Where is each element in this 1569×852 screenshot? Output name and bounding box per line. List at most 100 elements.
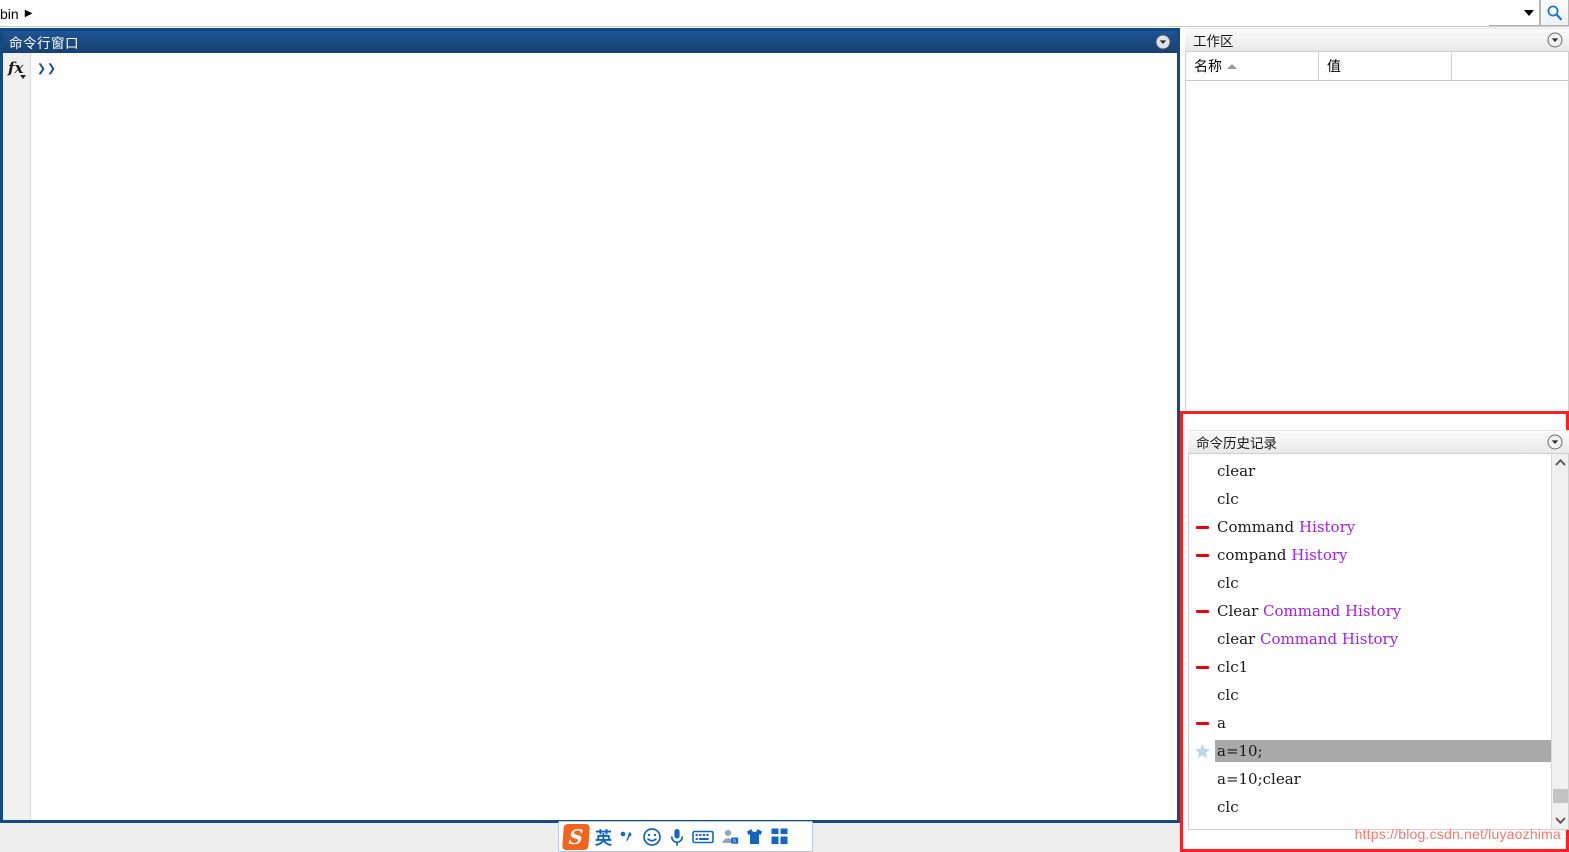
breadcrumb[interactable]: bin ▶ xyxy=(0,4,32,24)
workspace-column-value[interactable]: 值 xyxy=(1319,52,1452,80)
punctuation-button[interactable] xyxy=(618,828,636,846)
command-history-item[interactable]: clc xyxy=(1189,793,1551,821)
command-name-token: clear xyxy=(1217,630,1260,648)
breadcrumb-segment-bin[interactable]: bin xyxy=(0,6,19,22)
user-account-button[interactable]: b xyxy=(720,827,739,846)
star-glyph xyxy=(1194,743,1210,758)
command-history-item[interactable]: clear Command History xyxy=(1189,625,1551,653)
command-history-item[interactable]: clc xyxy=(1189,485,1551,513)
input-mode-label: 英 xyxy=(595,829,612,849)
top-toolbar: bin ▶ xyxy=(0,0,1569,27)
error-dash-glyph xyxy=(1195,665,1209,669)
workspace-table[interactable]: 名称 值 xyxy=(1185,52,1569,411)
workspace-header: 工作区 xyxy=(1185,28,1569,52)
sogou-ime-toolbar[interactable]: S 英 b xyxy=(558,821,813,852)
workspace-column-extra[interactable] xyxy=(1452,52,1568,80)
command-history-item-text: clc xyxy=(1215,684,1551,706)
fx-dropdown-caret-icon[interactable] xyxy=(20,75,26,79)
error-dash-glyph xyxy=(1195,609,1209,613)
error-dash-glyph xyxy=(1195,721,1209,725)
command-history-scrollbar[interactable] xyxy=(1551,454,1568,829)
sogou-logo-button[interactable]: S xyxy=(562,823,590,850)
command-history-item-text: clc xyxy=(1215,488,1551,510)
error-dash-icon xyxy=(1189,525,1215,529)
command-history-panel[interactable]: 命令历史记录 clear clc Command History compand Hi… xyxy=(1188,430,1569,830)
apps-grid-icon xyxy=(771,828,788,845)
command-history-item[interactable]: a=10;clear xyxy=(1189,765,1551,793)
command-history-item-text: clear Command History xyxy=(1215,628,1551,650)
command-history-item-text: clc xyxy=(1215,572,1551,594)
workspace-rows[interactable] xyxy=(1186,81,1568,411)
chevron-down-icon[interactable] xyxy=(1524,9,1534,16)
command-name-token: compand xyxy=(1217,546,1292,564)
workspace-column-name-label: 名称 xyxy=(1194,59,1222,75)
error-dash-icon xyxy=(1189,609,1215,613)
svg-text:b: b xyxy=(733,839,736,845)
command-window-gutter: fx xyxy=(3,53,31,820)
command-name-token: clc xyxy=(1217,686,1239,704)
command-name-token: Clear xyxy=(1217,602,1264,620)
chevron-up-icon xyxy=(1555,459,1565,466)
command-history-item-text: clear xyxy=(1215,460,1551,482)
breadcrumb-arrow-icon: ▶ xyxy=(24,8,33,19)
command-name-token: Command xyxy=(1217,518,1299,536)
command-history-list-wrap[interactable]: clear clc Command History compand History cl… xyxy=(1188,454,1569,830)
command-history-header: 命令历史记录 xyxy=(1188,430,1569,454)
command-history-item[interactable]: Clear Command History xyxy=(1189,597,1551,625)
command-name-token: clc xyxy=(1217,798,1239,816)
search-input-wrap[interactable] xyxy=(1489,0,1540,26)
command-history-list[interactable]: clear clc Command History compand History cl… xyxy=(1189,454,1551,829)
command-history-item-text: Clear Command History xyxy=(1215,600,1551,622)
workspace-title: 工作区 xyxy=(1193,34,1234,50)
workspace-column-value-label: 值 xyxy=(1327,59,1341,75)
command-history-item-text: a=10;clear xyxy=(1215,768,1551,790)
command-history-item[interactable]: compand History xyxy=(1189,541,1551,569)
scroll-up-button[interactable] xyxy=(1552,454,1569,471)
chevron-down-circle-icon xyxy=(1155,34,1171,50)
punctuation-icon xyxy=(620,831,632,841)
workspace-panel[interactable]: 工作区 名称 值 xyxy=(1185,28,1569,411)
command-history-item[interactable]: clc xyxy=(1189,681,1551,709)
command-window-options-button[interactable] xyxy=(1155,34,1171,50)
microphone-button[interactable] xyxy=(668,827,686,847)
command-name-token: clc1 xyxy=(1217,658,1249,676)
apps-grid-button[interactable] xyxy=(770,827,789,846)
scrollbar-thumb[interactable] xyxy=(1553,789,1568,803)
command-window-titlebar: 命令行窗口 xyxy=(3,31,1177,53)
command-name-token: clear xyxy=(1217,462,1256,480)
command-history-item-text: clc1 xyxy=(1215,656,1551,678)
skin-icon xyxy=(747,829,762,844)
error-dash-icon xyxy=(1189,553,1215,557)
command-history-item[interactable]: Command History xyxy=(1189,513,1551,541)
command-history-item[interactable]: clear xyxy=(1189,457,1551,485)
command-argument-token: Command History xyxy=(1263,602,1402,620)
command-name-token: a xyxy=(1217,714,1226,732)
search-button[interactable] xyxy=(1540,0,1569,26)
emoji-button[interactable] xyxy=(642,827,662,847)
command-history-options-button[interactable] xyxy=(1547,434,1563,450)
command-history-item[interactable]: clc1 xyxy=(1189,653,1551,681)
error-dash-icon xyxy=(1189,721,1215,725)
command-history-item[interactable]: a=10; xyxy=(1189,737,1551,765)
workspace-column-name[interactable]: 名称 xyxy=(1186,52,1319,80)
command-name-token: clc xyxy=(1217,490,1239,508)
command-history-item[interactable]: clc xyxy=(1189,569,1551,597)
command-window-input-area[interactable]: ❯❯ xyxy=(31,53,1177,820)
command-prompt: ❯❯ xyxy=(37,59,58,77)
workspace-options-button[interactable] xyxy=(1547,32,1563,48)
command-window-body[interactable]: fx ❯❯ xyxy=(3,53,1177,820)
soft-keyboard-button[interactable] xyxy=(692,829,714,845)
soft-keyboard-icon xyxy=(692,830,714,843)
input-mode-button[interactable]: 英 xyxy=(595,824,612,849)
command-history-item-text: a=10; xyxy=(1215,740,1551,762)
watermark-text: https://blog.csdn.net/luyaozhima xyxy=(1354,826,1561,842)
error-dash-glyph xyxy=(1195,553,1209,557)
favorite-star-icon xyxy=(1189,743,1215,760)
command-window-panel[interactable]: 命令行窗口 fx ❯❯ xyxy=(0,28,1180,823)
command-argument-token: Command History xyxy=(1259,630,1399,648)
search-area[interactable] xyxy=(1489,0,1569,26)
command-history-item[interactable]: a xyxy=(1189,709,1551,737)
skin-button[interactable] xyxy=(745,827,764,846)
command-history-highlight-box: 命令历史记录 clear clc Command History compand Hi… xyxy=(1180,411,1569,852)
chevron-down-circle-icon xyxy=(1547,32,1563,48)
